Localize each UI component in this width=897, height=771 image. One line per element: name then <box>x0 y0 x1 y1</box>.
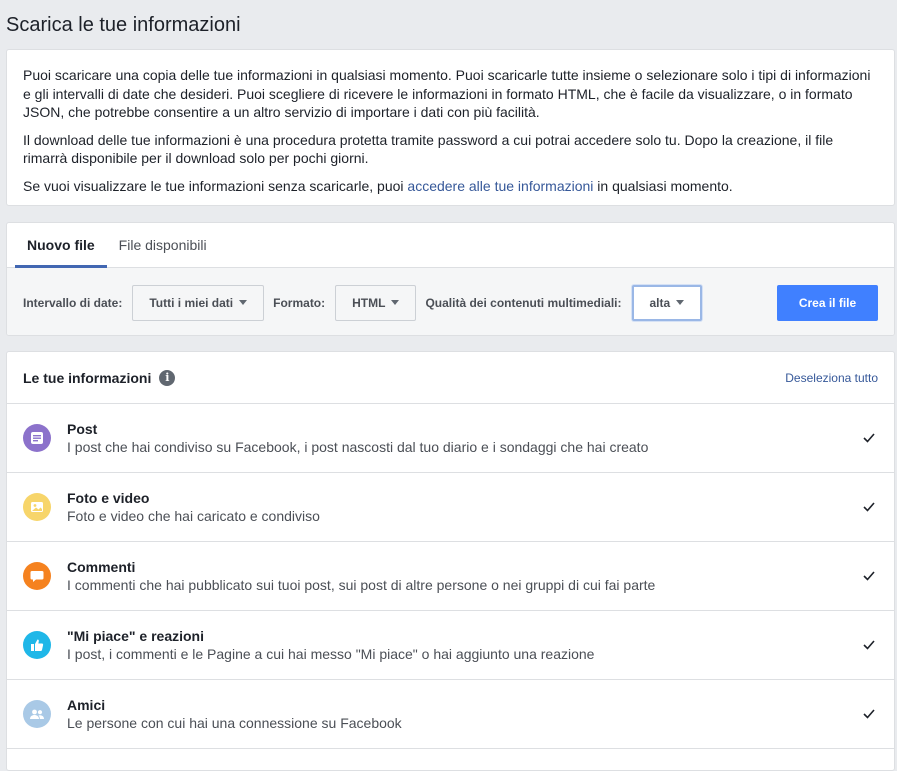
format-label: Formato: <box>273 295 326 310</box>
list-item-photos-videos: Foto e video Foto e video che hai carica… <box>7 473 894 542</box>
list-item-text: Foto e video Foto e video che hai carica… <box>67 489 862 525</box>
info-icon[interactable]: i <box>159 369 176 386</box>
caret-down-icon <box>239 300 248 305</box>
date-range-select[interactable]: Tutti i miei dati <box>132 284 265 321</box>
list-item-description: Foto e video che hai caricato e condivis… <box>67 508 320 524</box>
page-title: Scarica le tue informazioni <box>6 14 241 36</box>
caret-down-icon <box>391 300 400 305</box>
checkmark-icon[interactable] <box>862 500 876 514</box>
download-options-panel: Nuovo file File disponibili Intervallo d… <box>6 222 895 336</box>
list-item-friends: Amici Le persone con cui hai una conness… <box>7 680 894 749</box>
date-range-label: Intervallo di date: <box>23 295 123 310</box>
list-item-post: Post I post che hai condiviso su Faceboo… <box>7 404 894 473</box>
media-quality-value: alta <box>649 295 671 310</box>
intro-panel: Puoi scaricare una copia delle tue infor… <box>6 49 895 206</box>
list-item-text: "Mi piace" e reazioni I post, i commenti… <box>67 627 862 663</box>
list-item-text: Post I post che hai condiviso su Faceboo… <box>67 420 862 456</box>
checkmark-icon[interactable] <box>862 569 876 583</box>
comment-icon <box>23 562 51 590</box>
date-range-value: Tutti i miei dati <box>149 295 234 310</box>
tab-new-file[interactable]: Nuovo file <box>15 223 107 268</box>
list-item-description: I post, i commenti e le Pagine a cui hai… <box>67 646 595 662</box>
list-item-title: Foto e video <box>67 490 150 506</box>
tab-bar: Nuovo file File disponibili <box>7 223 894 268</box>
list-item-title: Post <box>67 421 98 437</box>
photo-icon <box>23 493 51 521</box>
list-item-title: Commenti <box>67 559 136 575</box>
checkmark-icon[interactable] <box>862 431 876 445</box>
checkmark-icon[interactable] <box>862 707 876 721</box>
list-item-title: "Mi piace" e reazioni <box>67 628 204 644</box>
create-file-button[interactable]: Crea il file <box>777 284 878 321</box>
list-item-text: Amici Le persone con cui hai una conness… <box>67 696 862 732</box>
media-quality-label: Qualità dei contenuti multimediali: <box>425 295 622 310</box>
your-information-panel: Le tue informazioni i Deseleziona tutto … <box>6 351 895 771</box>
intro-text-before-link: Se vuoi visualizzare le tue informazioni… <box>23 177 408 194</box>
intro-paragraph-2: Il download delle tue informazioni è una… <box>23 131 834 167</box>
your-information-header: Le tue informazioni i Deseleziona tutto <box>7 352 894 404</box>
your-information-title: Le tue informazioni <box>23 369 152 386</box>
list-item-text: Commenti I commenti che hai pubblicato s… <box>67 558 862 594</box>
checkmark-icon[interactable] <box>862 638 876 652</box>
list-item-description: I commenti che hai pubblicato sui tuoi p… <box>67 577 656 593</box>
list-item-description: Le persone con cui hai una connessione s… <box>67 715 402 731</box>
format-select[interactable]: HTML <box>335 284 417 321</box>
caret-down-icon <box>676 300 685 305</box>
list-item-title: Amici <box>67 697 106 713</box>
intro-paragraph-1: Puoi scaricare una copia delle tue infor… <box>23 67 871 120</box>
post-icon <box>23 424 51 452</box>
list-item-comments: Commenti I commenti che hai pubblicato s… <box>7 542 894 611</box>
filters-bar: Intervallo di date: Tutti i miei dati Fo… <box>7 268 894 335</box>
format-value: HTML <box>352 295 386 310</box>
friends-icon <box>23 700 51 728</box>
like-icon <box>23 631 51 659</box>
media-quality-select[interactable]: alta <box>631 284 703 321</box>
list-item-likes-reactions: "Mi piace" e reazioni I post, i commenti… <box>7 611 894 680</box>
tab-available-files[interactable]: File disponibili <box>107 223 219 267</box>
list-item-description: I post che hai condiviso su Facebook, i … <box>67 439 649 455</box>
access-your-information-link[interactable]: accedere alle tue informazioni <box>407 178 593 194</box>
intro-paragraph-3: Se vuoi visualizzare le tue informazioni… <box>23 177 878 196</box>
intro-text-after-link: in qualsiasi momento. <box>593 177 733 194</box>
deselect-all-link[interactable]: Deseleziona tutto <box>785 371 878 385</box>
